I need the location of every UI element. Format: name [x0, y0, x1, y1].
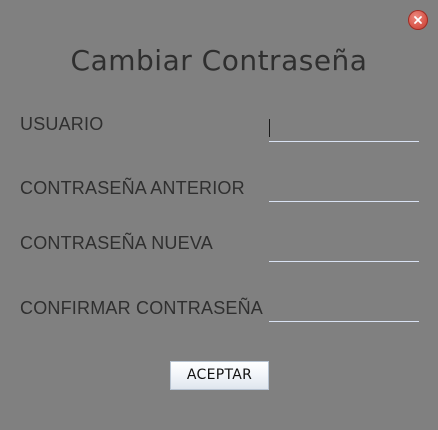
accept-button[interactable]: ACEPTAR	[170, 361, 269, 390]
text-caret	[269, 119, 270, 137]
close-icon	[414, 16, 422, 24]
change-password-dialog: Cambiar Contraseña USUARIO CONTRASEÑA AN…	[0, 0, 438, 430]
close-button[interactable]	[408, 10, 428, 30]
confirm-password-field[interactable]	[269, 297, 419, 322]
username-label: USUARIO	[20, 114, 104, 134]
old-password-field[interactable]	[269, 177, 419, 202]
confirm-password-label: CONFIRMAR CONTRASEÑA	[20, 298, 264, 318]
dialog-title: Cambiar Contraseña	[70, 44, 368, 77]
new-password-label: CONTRASEÑA NUEVA	[20, 233, 213, 253]
new-password-field[interactable]	[269, 237, 419, 262]
username-field[interactable]	[269, 117, 419, 142]
old-password-label: CONTRASEÑA ANTERIOR	[20, 178, 245, 198]
